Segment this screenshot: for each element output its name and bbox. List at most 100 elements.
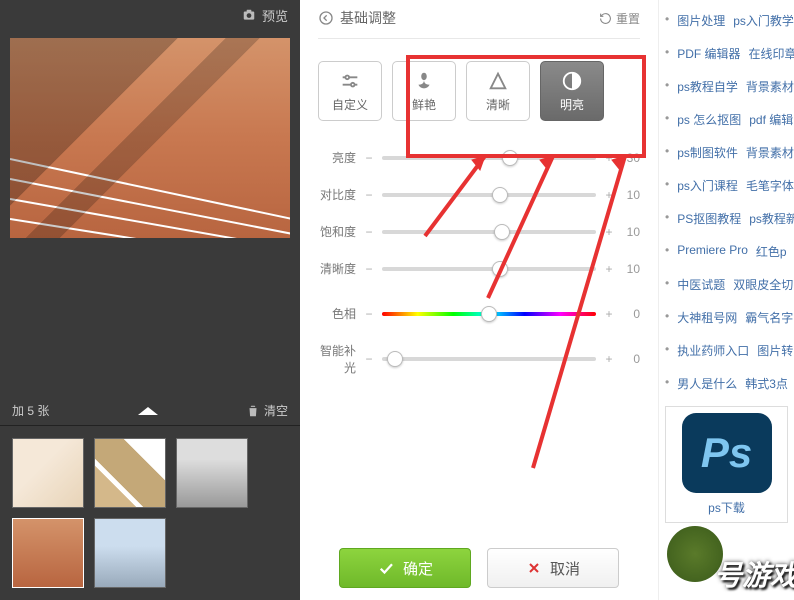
sidebar-row: 中医试题 双眼皮全切 (659, 268, 794, 301)
sidebar-link[interactable]: ps入门课程 (677, 177, 738, 194)
slider-label: 智能补光 (318, 342, 362, 376)
plus-button[interactable]: + (602, 225, 616, 239)
slider-value: 10 (616, 225, 640, 239)
sidebar-link[interactable]: PDF 编辑器 (677, 45, 740, 62)
ps-card[interactable]: Ps ps下载 (665, 406, 788, 523)
sidebar-link[interactable]: 红色p (756, 243, 787, 260)
reset-icon (599, 12, 612, 25)
slider-亮度: 亮度−+30 (318, 149, 640, 166)
sidebar-link[interactable]: ps教程自学 (677, 78, 738, 95)
thumbnail[interactable] (12, 438, 84, 508)
sidebar-row: Premiere Pro 红色p (659, 235, 794, 268)
minus-button[interactable]: − (362, 225, 376, 239)
slider-value: 10 (616, 188, 640, 202)
cancel-button[interactable]: 取消 (487, 548, 619, 588)
slider-track[interactable] (382, 193, 596, 197)
back-arrow-icon[interactable] (318, 10, 334, 26)
preview-header: 预览 (0, 0, 300, 30)
slider-track[interactable] (382, 312, 596, 316)
sidebar-link[interactable]: Premiere Pro (677, 243, 748, 260)
sidebar-link[interactable]: 霸气名字 (745, 309, 793, 326)
minus-button[interactable]: − (362, 307, 376, 321)
sidebar-links: 图片处理 ps入门教学 PDF 编辑器 在线印章 ps教程自学 背景素材 ps 怎么抠… (658, 0, 794, 600)
clear-label: 清空 (264, 402, 288, 419)
sidebar-link[interactable]: 背景素材 (746, 78, 794, 95)
sidebar-link[interactable]: 男人是什么 (677, 375, 737, 392)
slider-handle[interactable] (494, 224, 510, 240)
slider-智能补光: 智能补光−+0 (318, 342, 640, 376)
ok-button[interactable]: 确定 (339, 548, 471, 588)
sidebar-link[interactable]: 韩式3点 (745, 375, 788, 392)
check-icon (377, 559, 395, 577)
minus-button[interactable]: − (362, 262, 376, 276)
preset-vivid[interactable]: 鲜艳 (392, 61, 456, 121)
thumb-toolbar: 加 5 张 清空 (0, 396, 300, 426)
slider-label: 饱和度 (318, 223, 362, 240)
collapse-up-icon[interactable] (138, 407, 158, 415)
thumbnail[interactable] (94, 518, 166, 588)
slider-label: 色相 (318, 305, 362, 322)
preset-bright[interactable]: 明亮 (540, 61, 604, 121)
sidebar-link[interactable]: 大神租号网 (677, 309, 737, 326)
sidebar-link[interactable]: 背景素材 (746, 144, 794, 161)
sidebar-row: ps 怎么抠图 pdf 编辑 (659, 103, 794, 136)
sidebar-row: 执业药师入口 图片转 (659, 334, 794, 367)
slider-value: 0 (616, 307, 640, 321)
slider-track[interactable] (382, 357, 596, 361)
slider-handle[interactable] (502, 150, 518, 166)
slider-label: 清晰度 (318, 260, 362, 277)
sidebar-link[interactable]: ps入门教学 (733, 12, 794, 29)
camera-icon (242, 8, 256, 22)
sidebar-row: PDF 编辑器 在线印章 (659, 37, 794, 70)
sidebar-link[interactable]: ps教程新 (749, 210, 794, 227)
slider-track[interactable] (382, 156, 596, 160)
slider-track[interactable] (382, 230, 596, 234)
ps-caption: ps下载 (666, 499, 787, 516)
minus-button[interactable]: − (362, 352, 376, 366)
slider-对比度: 对比度− +10 (318, 186, 640, 203)
plus-button[interactable]: + (602, 262, 616, 276)
slider-清晰度: 清晰度− +10 (318, 260, 640, 277)
sidebar-link[interactable]: 毛笔字体 (746, 177, 794, 194)
minus-button[interactable]: − (362, 151, 376, 165)
sidebar-link[interactable]: ps制图软件 (677, 144, 738, 161)
thumbnail[interactable] (176, 438, 248, 508)
slider-track[interactable] (382, 267, 596, 271)
sidebar-link[interactable]: pdf 编辑 (749, 111, 793, 128)
slider-handle[interactable] (492, 261, 508, 277)
thumbnail[interactable] (94, 438, 166, 508)
triangle-icon (487, 70, 509, 92)
adjust-panel: 基础调整 重置 自定义 鲜艳 清晰 明亮 亮度−+30对比度−+10饱和度−+1… (300, 0, 658, 600)
slider-label: 对比度 (318, 186, 362, 203)
slider-饱和度: 饱和度− +10 (318, 223, 640, 240)
preset-row: 自定义 鲜艳 清晰 明亮 (318, 61, 640, 121)
slider-handle[interactable] (387, 351, 403, 367)
plus-button[interactable]: + (602, 151, 616, 165)
sidebar-link[interactable]: 中医试题 (677, 276, 725, 293)
preset-sharp[interactable]: 清晰 (466, 61, 530, 121)
sidebar-link[interactable]: 图片转 (757, 342, 793, 359)
sidebar-row: PS抠图教程 ps教程新 (659, 202, 794, 235)
preview-label: 预览 (262, 6, 288, 25)
thumbnail-selected[interactable] (12, 518, 84, 588)
sidebar-link[interactable]: 图片处理 (677, 12, 725, 29)
slider-handle[interactable] (481, 306, 497, 322)
ps-logo-icon: Ps (682, 413, 772, 493)
reset-button[interactable]: 重置 (599, 10, 640, 27)
sidebar-link[interactable]: 双眼皮全切 (733, 276, 793, 293)
plus-button[interactable]: + (602, 307, 616, 321)
plus-button[interactable]: + (602, 188, 616, 202)
add-count[interactable]: 加 5 张 (12, 402, 49, 419)
minus-button[interactable]: − (362, 188, 376, 202)
slider-色相: 色相− +0 (318, 305, 640, 322)
clear-button[interactable]: 清空 (246, 402, 288, 419)
sidebar-row: 大神租号网 霸气名字 (659, 301, 794, 334)
preset-custom[interactable]: 自定义 (318, 61, 382, 121)
sidebar-link[interactable]: PS抠图教程 (677, 210, 741, 227)
sidebar-link[interactable]: 在线印章 (749, 45, 794, 62)
slider-value: 10 (616, 262, 640, 276)
slider-handle[interactable] (492, 187, 508, 203)
plus-button[interactable]: + (602, 352, 616, 366)
sidebar-link[interactable]: ps 怎么抠图 (677, 111, 741, 128)
sidebar-link[interactable]: 执业药师入口 (677, 342, 749, 359)
